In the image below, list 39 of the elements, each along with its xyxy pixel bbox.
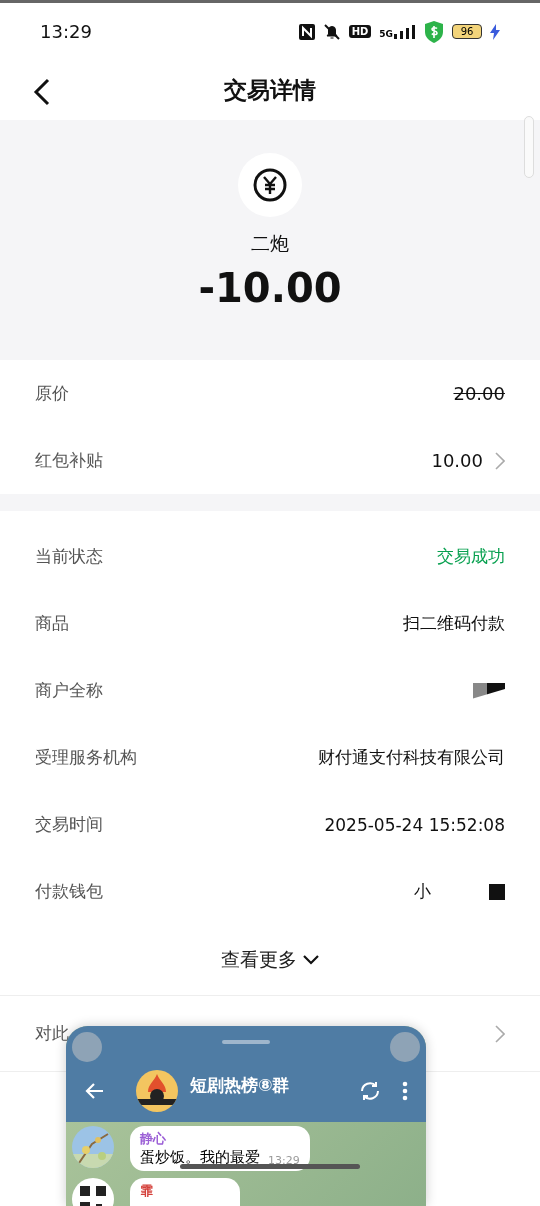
view-more-button[interactable]: 查看更多 (217, 943, 323, 977)
row-label: 红包补贴 (35, 449, 103, 472)
row-label: 付款钱包 (35, 880, 103, 903)
row-label: 当前状态 (35, 545, 103, 568)
row-label: 受理服务机构 (35, 746, 137, 769)
chevron-down-icon (303, 955, 319, 965)
chat-title: 短剧热榜⑧群 (190, 1073, 290, 1097)
nfc-icon (298, 23, 315, 40)
refresh-icon (358, 1079, 382, 1103)
row-label: 对此 (35, 1022, 69, 1045)
back-arrow-icon (84, 1082, 104, 1100)
back-chevron-icon (32, 78, 52, 106)
row-value: 2025-05-24 15:52:08 (324, 814, 505, 835)
yuan-coin-icon (253, 168, 287, 202)
sender-name: 静心 (140, 1130, 167, 1148)
status-value: 交易成功 (437, 545, 505, 568)
clock-time: 13:29 (40, 21, 92, 42)
row-label: 交易时间 (35, 813, 103, 836)
row-value: 20.00 (453, 383, 505, 404)
bell-off-icon (322, 22, 341, 41)
page-title: 交易详情 (224, 75, 316, 105)
message-text: 蛋炒饭。我的最爱 (140, 1148, 260, 1167)
row-value: 10.00 (431, 450, 483, 471)
row-label: 商户全称 (35, 679, 103, 702)
row-value: 小 (414, 880, 431, 903)
merchant-name: 二炮 (251, 231, 289, 256)
message-time: 13:29 (268, 1154, 300, 1167)
shield-icon (424, 20, 444, 43)
row-label: 原价 (35, 382, 69, 405)
sender-name: 霏 (140, 1182, 154, 1200)
more-vertical-icon (402, 1081, 408, 1101)
row-value: 扫二维码付款 (403, 612, 505, 635)
hd-voice-icon: HD (348, 25, 372, 38)
redaction-mark (489, 883, 505, 900)
row-label: 商品 (35, 612, 69, 635)
drag-handle[interactable] (222, 1040, 270, 1044)
row-value: 财付通支付科技有限公司 (318, 746, 505, 769)
battery-icon: 96 (452, 24, 482, 39)
amount: -10.00 (198, 265, 342, 311)
